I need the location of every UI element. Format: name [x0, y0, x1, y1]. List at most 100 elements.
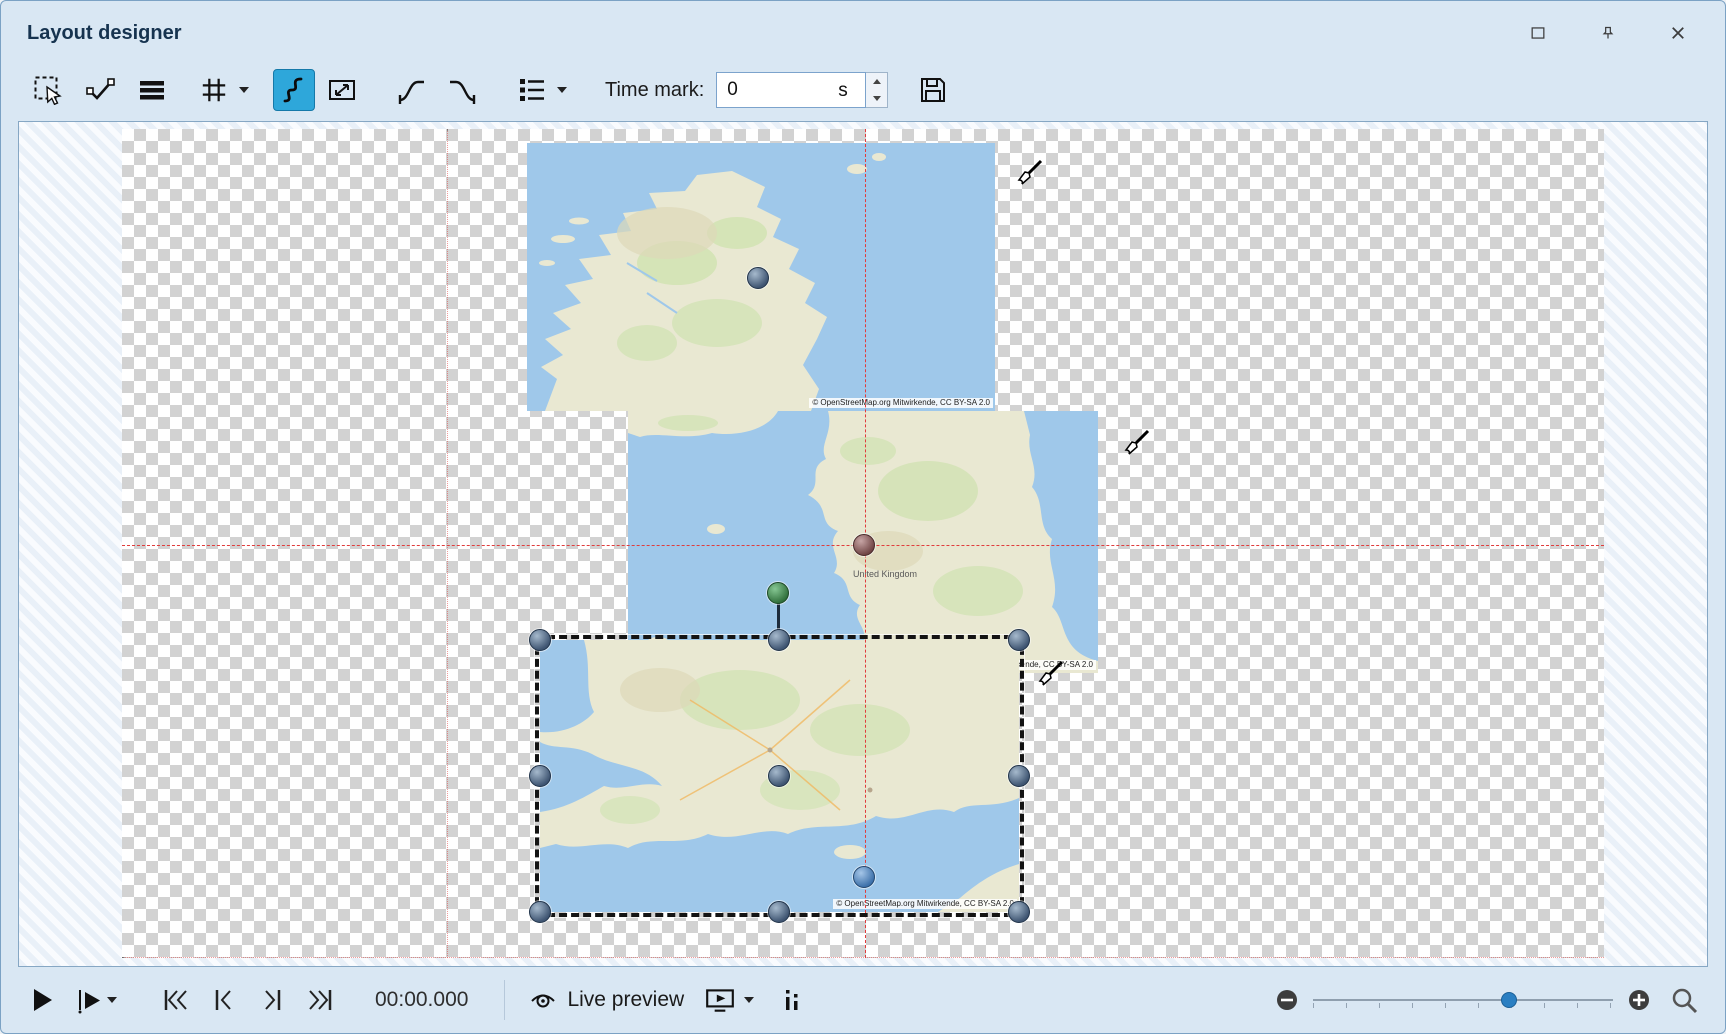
time-display: 00:00.000 — [375, 988, 468, 1012]
layout-canvas: © OpenStreetMap.org Mitwirkende, CC BY-S… — [18, 121, 1708, 967]
triangle-up-icon — [873, 79, 881, 84]
selection-handle-top-right[interactable] — [1008, 629, 1030, 651]
live-preview-button[interactable] — [529, 986, 557, 1014]
grid-dropdown-button[interactable] — [235, 69, 253, 111]
edit-points-tool-button[interactable] — [79, 69, 121, 111]
grid-icon — [200, 76, 228, 104]
time-mark-field: s — [716, 72, 888, 108]
play-button[interactable] — [27, 986, 57, 1014]
zoom-slider[interactable] — [1313, 989, 1613, 1011]
spin-up-button[interactable] — [866, 73, 887, 90]
play-icon — [27, 986, 57, 1014]
transform-frame-icon — [327, 75, 357, 105]
select-tool-button[interactable] — [27, 69, 69, 111]
preview-options-dropdown-button[interactable] — [744, 997, 754, 1003]
zoom-out-icon — [1275, 988, 1299, 1012]
go-to-start-button[interactable] — [161, 986, 191, 1014]
statistics-icon — [782, 986, 802, 1014]
window-controls — [1525, 20, 1691, 46]
save-icon — [918, 75, 948, 105]
pin-button[interactable] — [1595, 20, 1621, 46]
vertical-guide-secondary — [447, 129, 448, 958]
spin-down-button[interactable] — [866, 90, 887, 107]
rotation-handle[interactable] — [767, 582, 789, 604]
layers-icon — [137, 75, 167, 105]
curve-tool-button[interactable] — [273, 69, 315, 111]
zoom-in-icon — [1627, 988, 1651, 1012]
zoom-out-button[interactable] — [1275, 988, 1299, 1012]
fade-out-curve-tool-button[interactable] — [441, 69, 483, 111]
divider — [504, 980, 505, 1020]
pin-icon — [1601, 24, 1615, 42]
transport-bar: 00:00.000 Live preview — [1, 967, 1725, 1033]
toolbar: Time mark: s — [1, 63, 1725, 117]
zoom-in-button[interactable] — [1627, 988, 1651, 1012]
magnifier-icon — [1669, 985, 1699, 1015]
live-preview-eye-icon — [529, 986, 557, 1014]
curve-icon — [279, 75, 309, 105]
zoom-slider-thumb[interactable] — [1501, 992, 1517, 1008]
brush-icon[interactable] — [1032, 660, 1064, 692]
fade-in-curve-tool-button[interactable] — [391, 69, 433, 111]
zoom-fit-button[interactable] — [1669, 985, 1699, 1015]
design-surface[interactable]: © OpenStreetMap.org Mitwirkende, CC BY-S… — [122, 129, 1604, 958]
time-mark-label: Time mark: — [605, 79, 704, 102]
layers-tool-button[interactable] — [131, 69, 173, 111]
maximize-icon — [1531, 25, 1545, 41]
statistics-button[interactable] — [782, 986, 802, 1014]
horizontal-guide-secondary — [122, 957, 1604, 958]
preview-window-button[interactable] — [704, 986, 736, 1014]
fade-out-curve-icon — [447, 75, 477, 105]
chevron-down-icon — [107, 997, 117, 1003]
osm-attribution: © OpenStreetMap.org Mitwirkende, CC BY-S… — [809, 398, 993, 408]
selection-handle-bottom-right[interactable] — [1008, 901, 1030, 923]
selection-handle-bottom-left[interactable] — [529, 901, 551, 923]
close-icon — [1671, 25, 1685, 41]
layout-designer-window: Layout designer — [0, 0, 1726, 1034]
go-to-end-icon — [305, 986, 335, 1014]
selection-handle-middle-left[interactable] — [529, 765, 551, 787]
title-bar[interactable]: Layout designer — [1, 1, 1725, 65]
live-preview-label: Live preview — [567, 988, 684, 1012]
transform-frame-tool-button[interactable] — [321, 69, 363, 111]
preview-monitor-icon — [704, 986, 736, 1014]
step-back-button[interactable] — [209, 986, 239, 1014]
anchor-point-selection-center[interactable] — [768, 765, 790, 787]
fade-in-curve-icon — [397, 75, 427, 105]
play-from-mark-icon — [75, 986, 103, 1014]
chevron-down-icon — [744, 997, 754, 1003]
step-back-icon — [209, 986, 239, 1014]
country-label: United Kingdom — [853, 569, 917, 579]
selection-handle-top-left[interactable] — [529, 629, 551, 651]
zoom-slider-track[interactable] — [1313, 999, 1613, 1001]
anchor-point-bottom-map[interactable] — [853, 866, 875, 888]
chevron-down-icon — [557, 87, 567, 93]
grid-tool-button[interactable] — [193, 69, 235, 111]
anchor-point-middle-map[interactable] — [853, 534, 875, 556]
select-tool-icon — [33, 75, 63, 105]
time-mark-unit: s — [838, 80, 848, 102]
go-to-end-button[interactable] — [305, 986, 335, 1014]
save-button[interactable] — [912, 69, 954, 111]
chevron-down-icon — [239, 87, 249, 93]
selection-handle-middle-right[interactable] — [1008, 765, 1030, 787]
time-mark-spinner — [866, 72, 888, 108]
window-title: Layout designer — [27, 22, 181, 45]
play-from-time-mark-button[interactable] — [75, 986, 103, 1014]
brush-icon[interactable] — [1011, 159, 1043, 191]
object-list-dropdown-button[interactable] — [553, 69, 571, 111]
brush-icon[interactable] — [1118, 429, 1150, 461]
play-options-dropdown-button[interactable] — [107, 997, 117, 1003]
selection-handle-bottom-center[interactable] — [768, 901, 790, 923]
step-forward-icon — [257, 986, 287, 1014]
object-list-tool-button[interactable] — [511, 69, 553, 111]
edit-points-icon — [85, 75, 115, 105]
object-list-icon — [517, 75, 547, 105]
zoom-slider-ticks — [1313, 1003, 1613, 1008]
step-forward-button[interactable] — [257, 986, 287, 1014]
maximize-button[interactable] — [1525, 20, 1551, 46]
anchor-point-top-map[interactable] — [747, 267, 769, 289]
close-button[interactable] — [1665, 20, 1691, 46]
selection-handle-top-center[interactable] — [768, 629, 790, 651]
triangle-down-icon — [873, 96, 881, 101]
